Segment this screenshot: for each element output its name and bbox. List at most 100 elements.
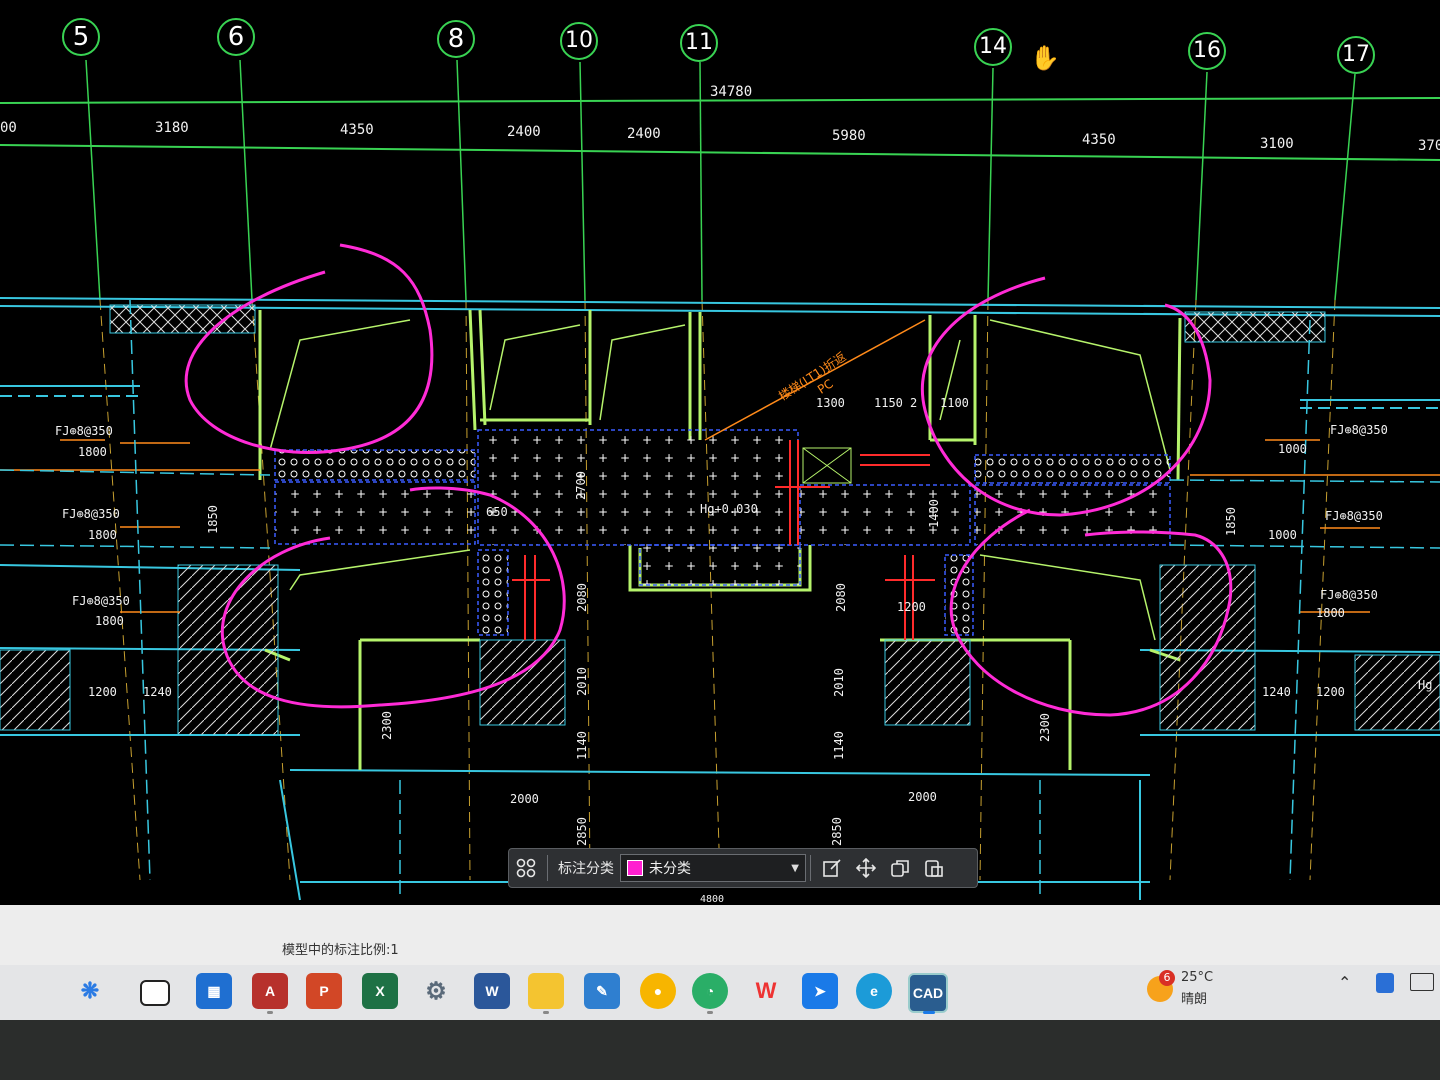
chevron-down-icon: ▼ xyxy=(791,862,799,874)
dim-span: 3180 xyxy=(155,120,189,136)
sun-icon[interactable]: ● xyxy=(640,973,676,1009)
dim-label: 2300 xyxy=(380,711,394,740)
dim-label: 1200 xyxy=(1316,685,1345,699)
notepad-icon[interactable]: ✎ xyxy=(584,973,620,1009)
hatch-region xyxy=(884,639,971,726)
axis-bubble: 14 xyxy=(974,28,1012,66)
dim-span: 4350 xyxy=(1082,132,1116,148)
dimension-lines xyxy=(0,97,1440,161)
dim-label: 1140 xyxy=(575,731,589,760)
dim-label: 1240 xyxy=(143,685,172,699)
dim-span: 00 xyxy=(0,120,17,136)
dropdown-value: 未分类 xyxy=(649,861,691,877)
settings-icon[interactable]: ⚙ xyxy=(418,973,454,1009)
annotation-category-dropdown[interactable]: 未分类 ▼ xyxy=(620,854,806,882)
axis-bubble: 17 xyxy=(1337,36,1375,74)
wechat-icon[interactable]: ◔ xyxy=(692,973,728,1009)
grid-icon[interactable] xyxy=(509,852,543,884)
axis-bubble: 10 xyxy=(560,22,598,60)
powerpoint-icon[interactable]: P xyxy=(306,973,342,1009)
dim-label: 2700 xyxy=(574,471,588,500)
dim-label: 1800 xyxy=(88,528,117,542)
pan-hand-icon: ✋ xyxy=(1030,44,1060,72)
divider xyxy=(547,855,548,881)
edge-icon[interactable]: e xyxy=(856,973,892,1009)
annotation-category-label: 标注分类 xyxy=(558,861,614,877)
hatch-region xyxy=(479,639,566,726)
axis-bubble: 8 xyxy=(437,20,475,58)
start-icon[interactable]: ❋ xyxy=(72,973,108,1009)
hatch-region xyxy=(1184,311,1326,343)
dim-label: 650 xyxy=(486,505,508,519)
dim-span: 370 xyxy=(1418,138,1440,154)
dim-label: 2080 xyxy=(834,583,848,612)
chevron-up-icon[interactable]: ⌃ xyxy=(1338,973,1351,992)
dim-label: 1200 xyxy=(88,685,117,699)
annotation-toolbar: 标注分类 未分类 ▼ xyxy=(508,848,978,888)
axis-bubble: 16 xyxy=(1188,32,1226,70)
keyboard-icon[interactable] xyxy=(1410,973,1434,991)
dim-total: 34780 xyxy=(710,84,753,100)
dim-label: 2000 xyxy=(510,792,539,806)
hatch-region xyxy=(0,649,71,731)
dingtalk-icon[interactable]: ➤ xyxy=(802,973,838,1009)
dim-label: 1850 xyxy=(206,505,220,534)
status-text: 模型中的标注比例:1 xyxy=(282,943,399,958)
explorer-icon[interactable] xyxy=(528,973,564,1009)
move-icon[interactable] xyxy=(849,852,883,884)
axis-bubble: 6 xyxy=(217,18,255,56)
weather-temperature: 25°C xyxy=(1181,970,1214,985)
rebar-note: FJ⊕8@350 xyxy=(1330,423,1388,437)
stair-box xyxy=(802,447,852,484)
access-icon[interactable]: A xyxy=(252,973,288,1009)
dim-label: 1800 xyxy=(1316,606,1345,620)
dim-label: 2080 xyxy=(575,583,589,612)
store-icon[interactable]: ▦ xyxy=(196,973,232,1009)
edit-icon[interactable] xyxy=(815,852,849,884)
rebar-note: FJ⊕8@350 xyxy=(72,594,130,608)
rebar-note: FJ⊕8@350 xyxy=(55,424,113,438)
word-icon[interactable]: W xyxy=(474,973,510,1009)
rebar-note: FJ⊕8@350 xyxy=(62,507,120,521)
rebar-note: FJ⊕8@350 xyxy=(1325,509,1383,523)
dim-label: 1240 xyxy=(1262,685,1291,699)
paste-icon[interactable] xyxy=(917,852,951,884)
axis-bubble: 5 xyxy=(62,18,100,56)
hatch-region xyxy=(1159,564,1256,731)
dim-label: 1000 xyxy=(1278,442,1307,456)
rebar-note: FJ⊕8@350 xyxy=(1320,588,1378,602)
dim-span: 4350 xyxy=(340,122,374,138)
dim-label: 1800 xyxy=(78,445,107,459)
axis-bubble: 11 xyxy=(680,24,718,62)
dim-span: 2400 xyxy=(627,126,661,142)
dim-label: 4800 xyxy=(700,894,725,905)
hatch-region xyxy=(109,304,256,334)
cad-drawing-canvas[interactable]: + xyxy=(0,0,1440,905)
dim-label: 1400 xyxy=(927,499,941,528)
dim-label: 1140 xyxy=(832,731,846,760)
running-indicator xyxy=(707,1011,713,1014)
dim-span: 5980 xyxy=(832,128,866,144)
running-indicator xyxy=(267,1011,273,1014)
security-icon[interactable] xyxy=(1376,973,1394,993)
notification-badge: 6 xyxy=(1159,970,1175,986)
dim-label: 1150 xyxy=(874,396,903,410)
running-indicator xyxy=(923,1011,935,1014)
desktop-icon[interactable] xyxy=(140,980,170,1006)
weather-description: 晴朗 xyxy=(1181,992,1208,1007)
dim-label: 1300 xyxy=(816,396,845,410)
status-bar: 模型中的标注比例:1 xyxy=(0,905,1440,965)
dim-span: 2400 xyxy=(507,124,541,140)
taskbar: ❋ ▦ A P X ⚙ W ✎ ● ◔ W ➤ e CAD 6 25°C 晴朗 … xyxy=(0,965,1440,1020)
excel-icon[interactable]: X xyxy=(362,973,398,1009)
wps-icon[interactable]: W xyxy=(748,973,784,1009)
dim-label: 1850 xyxy=(1224,507,1238,536)
level-mark: Hg+0.030 xyxy=(700,502,758,516)
cad-icon[interactable]: CAD xyxy=(908,973,948,1013)
color-swatch xyxy=(627,860,643,876)
floor-fill xyxy=(274,429,1171,636)
running-indicator xyxy=(543,1011,549,1014)
dim-label: 2010 xyxy=(832,668,846,697)
copy-icon[interactable] xyxy=(883,852,917,884)
level-mark: Hg xyxy=(1418,678,1433,692)
